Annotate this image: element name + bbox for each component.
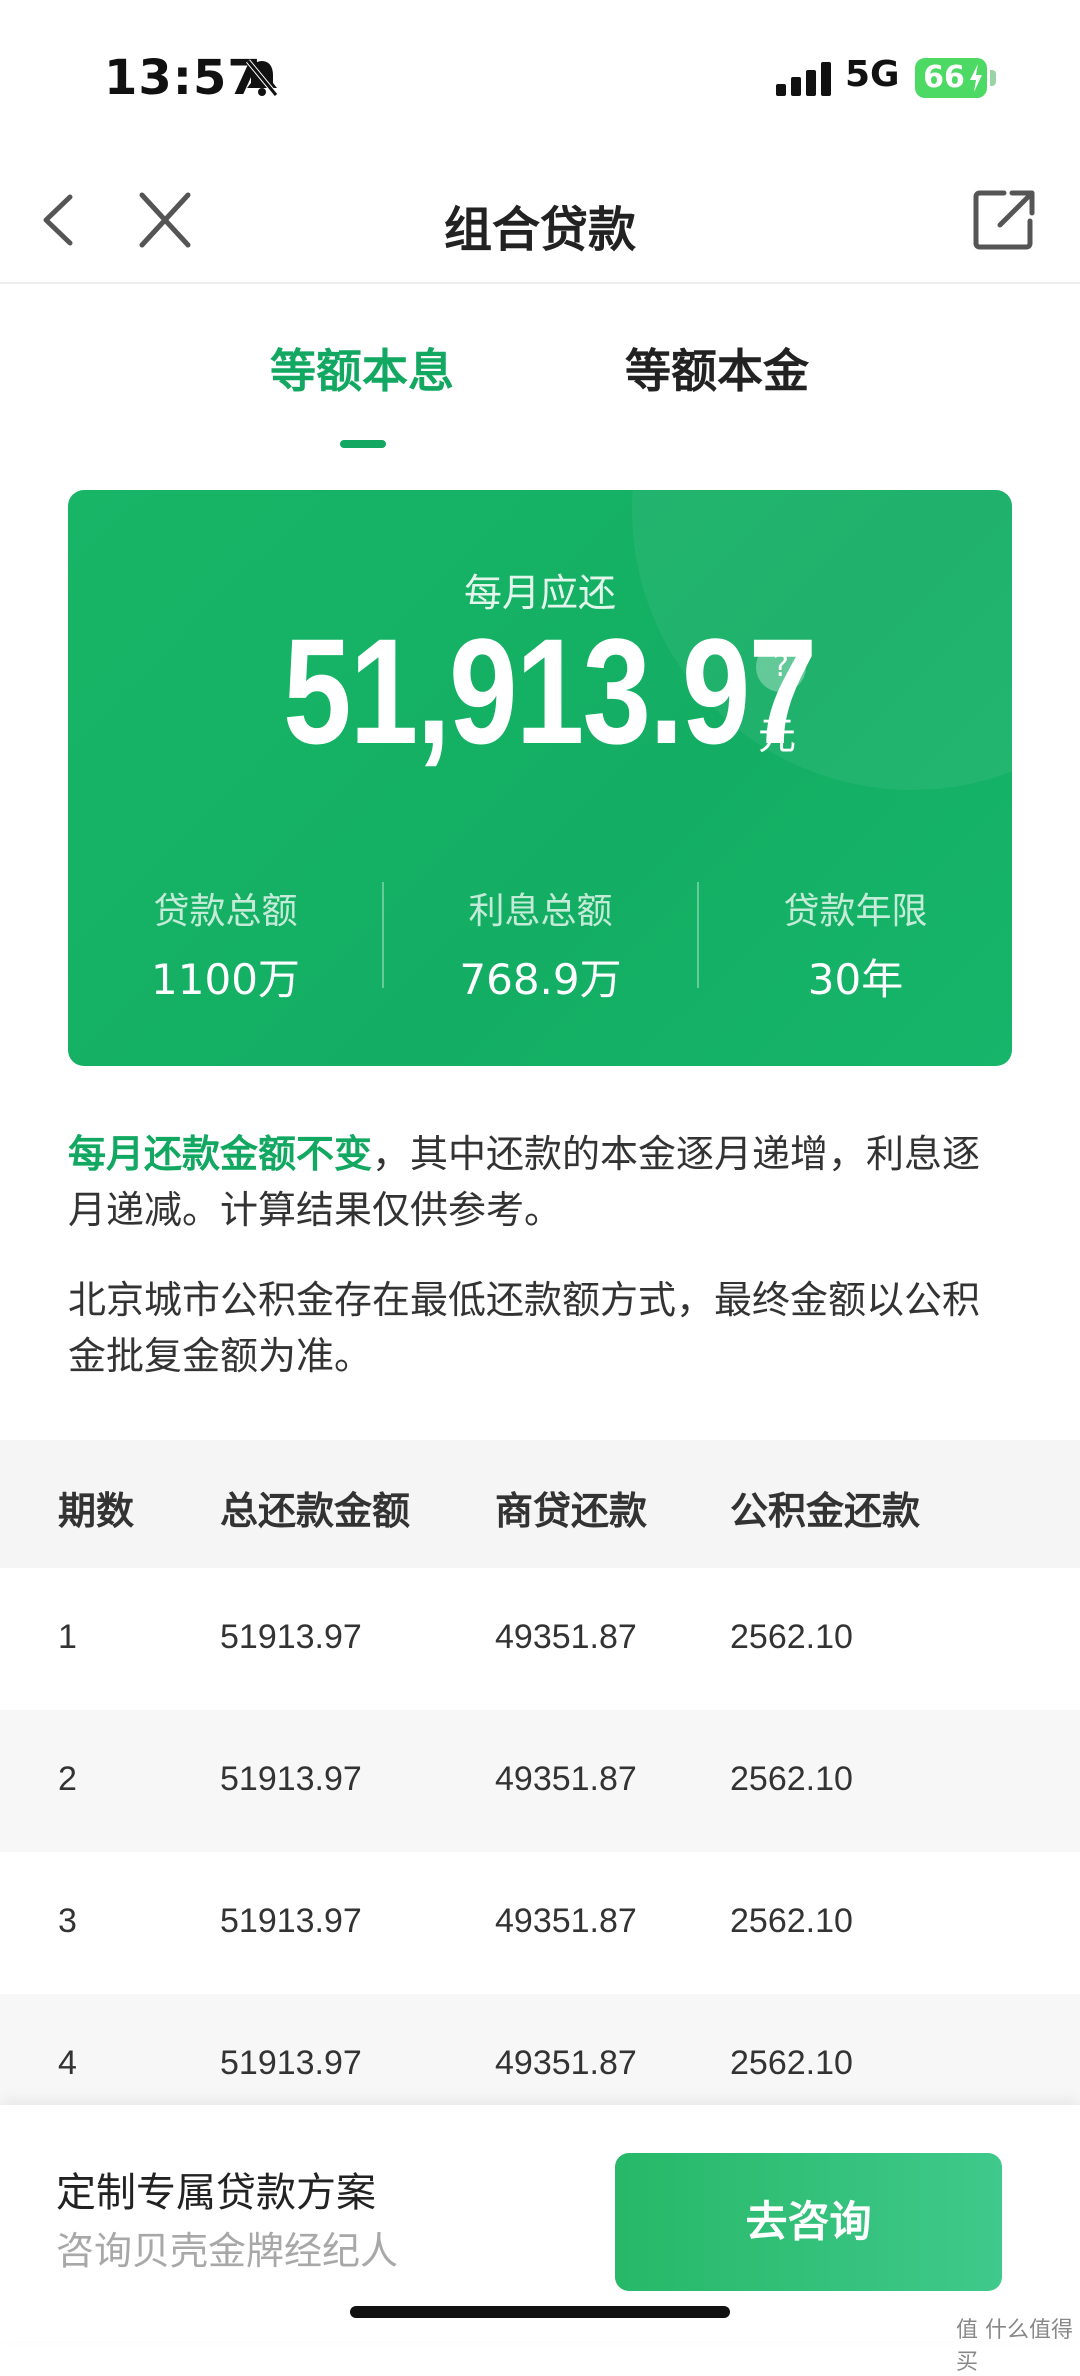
- consult-button[interactable]: 去咨询: [615, 2153, 1002, 2291]
- schedule-table-header: 期数 总还款金额 商贷还款 公积金还款: [0, 1440, 1080, 1568]
- stat-label: 利息总额: [468, 891, 613, 932]
- stat-interest-total: 利息总额 768.9万: [383, 882, 698, 1007]
- tab-equal-installment[interactable]: 等额本息: [270, 335, 454, 401]
- cell-total: 51913.97: [220, 1760, 362, 1798]
- bell-muted-icon: [245, 58, 279, 102]
- help-icon[interactable]: ?: [756, 642, 806, 692]
- network-type: 5G: [845, 54, 900, 95]
- battery-tip: [990, 70, 996, 86]
- cell-fund: 2562.10: [730, 2044, 853, 2082]
- cell-fund: 2562.10: [730, 1618, 853, 1656]
- stat-loan-total: 贷款总额 1100万: [68, 882, 383, 1007]
- repayment-summary-card: 每月应还 51,913.97 ? 元 贷款总额 1100万 利息总额 768.9…: [68, 490, 1012, 1066]
- cell-period: 3: [58, 1902, 77, 1940]
- footer-subtitle: 咨询贝壳金牌经纪人: [56, 2229, 399, 2273]
- stat-value: 30年: [807, 955, 904, 1004]
- stat-loan-term: 贷款年限 30年: [698, 882, 1012, 1007]
- battery-icon: 66: [915, 58, 987, 98]
- battery-level: 66: [923, 60, 965, 95]
- header-total-payment: 总还款金额: [220, 1489, 411, 1533]
- stat-value: 768.9万: [459, 955, 622, 1004]
- cell-total: 51913.97: [220, 1618, 362, 1656]
- table-row: 1 51913.97 49351.87 2562.10: [0, 1568, 1080, 1710]
- table-row: 2 51913.97 49351.87 2562.10: [0, 1710, 1080, 1852]
- nav-divider: [0, 282, 1080, 284]
- page-title: 组合贷款: [443, 202, 636, 258]
- cell-fund: 2562.10: [730, 1902, 853, 1940]
- stat-label: 贷款总额: [153, 891, 298, 932]
- home-indicator[interactable]: [350, 2306, 730, 2318]
- cell-commercial: 49351.87: [495, 1902, 637, 1940]
- charging-bolt-icon: [970, 64, 982, 92]
- cell-commercial: 49351.87: [495, 1760, 637, 1798]
- cell-period: 4: [58, 2044, 77, 2082]
- cell-commercial: 49351.87: [495, 2044, 637, 2082]
- provident-fund-note: 北京城市公积金存在最低还款额方式，最终金额以公积金批复金额为准。: [68, 1278, 981, 1378]
- tab-active-indicator: [340, 440, 386, 448]
- header-period: 期数: [58, 1489, 135, 1533]
- cellular-signal-icon: [776, 62, 834, 100]
- monthly-payment-amount: 51,913.97: [283, 607, 817, 775]
- cell-fund: 2562.10: [730, 1760, 853, 1798]
- tab-equal-principal[interactable]: 等额本金: [625, 335, 809, 401]
- header-commercial-payment: 商贷还款: [495, 1489, 648, 1533]
- share-icon[interactable]: [970, 185, 1040, 255]
- stat-label: 贷款年限: [783, 891, 928, 932]
- header-fund-payment: 公积金还款: [730, 1489, 921, 1533]
- currency-unit: 元: [758, 714, 797, 758]
- stat-value: 1100万: [151, 955, 300, 1004]
- cell-period: 2: [58, 1760, 77, 1798]
- cell-total: 51913.97: [220, 1902, 362, 1940]
- status-time: 13:57: [104, 50, 262, 106]
- footer-title: 定制专属贷款方案: [56, 2170, 376, 2216]
- cell-commercial: 49351.87: [495, 1618, 637, 1656]
- note-highlight: 每月还款金额不变: [68, 1132, 373, 1176]
- repayment-note: 每月还款金额不变，其中还款的本金逐月递增，利息逐月递减。计算结果仅供参考。: [68, 1126, 1012, 1238]
- cell-total: 51913.97: [220, 2044, 362, 2082]
- watermark: 值 什么值得买: [956, 2318, 1073, 2375]
- table-row: 3 51913.97 49351.87 2562.10: [0, 1852, 1080, 1994]
- cell-period: 1: [58, 1618, 77, 1656]
